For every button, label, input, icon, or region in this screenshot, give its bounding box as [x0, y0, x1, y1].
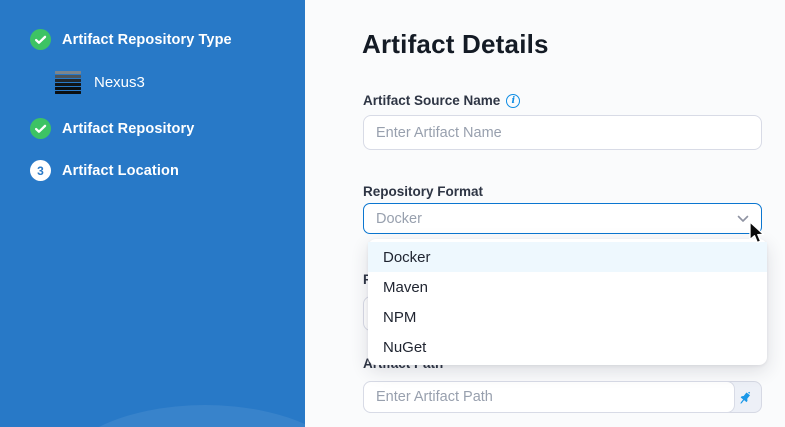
repository-format-menu: Docker Maven NPM NuGet: [368, 239, 767, 365]
menu-option-docker[interactable]: Docker: [368, 242, 767, 272]
nexus3-icon: [55, 70, 81, 95]
page-title: Artifact Details: [362, 29, 549, 60]
artifact-path-input[interactable]: [363, 381, 735, 413]
artifact-source-name-label: Artifact Source Name i: [363, 93, 520, 108]
menu-option-maven[interactable]: Maven: [368, 272, 767, 302]
repository-format-label: Repository Format: [363, 184, 483, 199]
artifact-name-input[interactable]: [363, 115, 762, 150]
label-text: Repository Format: [363, 184, 483, 199]
sidebar-step-artifact-location[interactable]: 3 Artifact Location: [30, 160, 179, 181]
substep-label: Nexus3: [94, 74, 145, 91]
artifact-wizard: Artifact Repository Type Nexus3 Artifact…: [0, 0, 785, 427]
sidebar-step-artifact-repository[interactable]: Artifact Repository: [30, 118, 194, 139]
check-circle-icon: [30, 118, 51, 139]
sidebar-step-artifact-repository-type[interactable]: Artifact Repository Type: [30, 29, 232, 50]
step-label: Artifact Location: [62, 163, 179, 179]
selected-value: Docker: [376, 211, 737, 227]
sidebar-item-nexus3[interactable]: Nexus3: [55, 70, 145, 95]
step-number-badge: 3: [30, 160, 51, 181]
chevron-down-icon: [737, 215, 749, 223]
menu-option-nuget[interactable]: NuGet: [368, 332, 767, 362]
artifact-path-group: [363, 381, 762, 413]
step-label: Artifact Repository Type: [62, 32, 232, 48]
sidebar-decoration: [55, 405, 305, 427]
check-circle-icon: [30, 29, 51, 50]
wizard-sidebar: Artifact Repository Type Nexus3 Artifact…: [0, 0, 305, 427]
label-text: Artifact Source Name: [363, 93, 500, 108]
pin-icon[interactable]: [734, 387, 756, 409]
info-icon[interactable]: i: [506, 94, 520, 108]
repository-format-select[interactable]: Docker: [363, 203, 762, 234]
step-label: Artifact Repository: [62, 121, 194, 137]
menu-option-npm[interactable]: NPM: [368, 302, 767, 332]
